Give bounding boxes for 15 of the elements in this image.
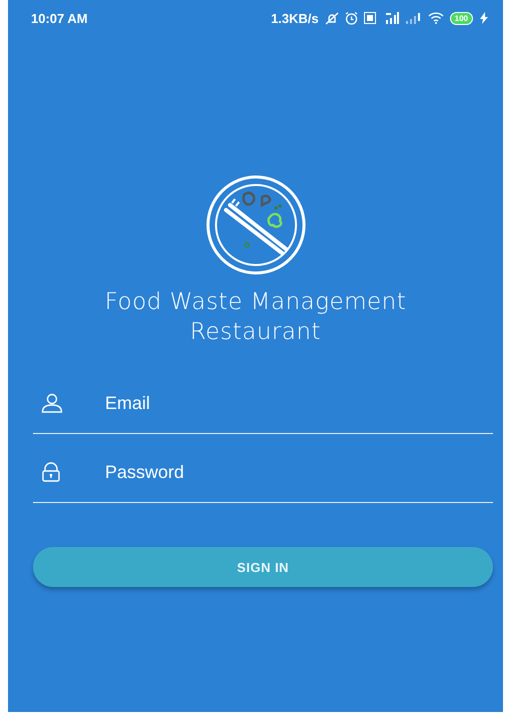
- email-field[interactable]: Email: [105, 392, 493, 414]
- lock-icon: [41, 462, 61, 482]
- password-field[interactable]: Password: [105, 462, 493, 482]
- app-title: Restaurant: [190, 318, 321, 347]
- user-icon: [41, 393, 63, 413]
- battery-level: 100: [450, 12, 473, 24]
- wifi-icon: [428, 12, 444, 24]
- status-time: 10:07 AM: [31, 10, 88, 26]
- sign-in-button[interactable]: SIGN IN: [33, 547, 493, 587]
- charging-icon: [479, 12, 489, 24]
- network-speed: 1.3KB/s: [270, 10, 319, 26]
- mute-icon: [324, 12, 339, 24]
- signal-icon: [406, 12, 422, 24]
- alarm-icon: [344, 12, 358, 24]
- app-title: Food Waste Management: [104, 288, 406, 317]
